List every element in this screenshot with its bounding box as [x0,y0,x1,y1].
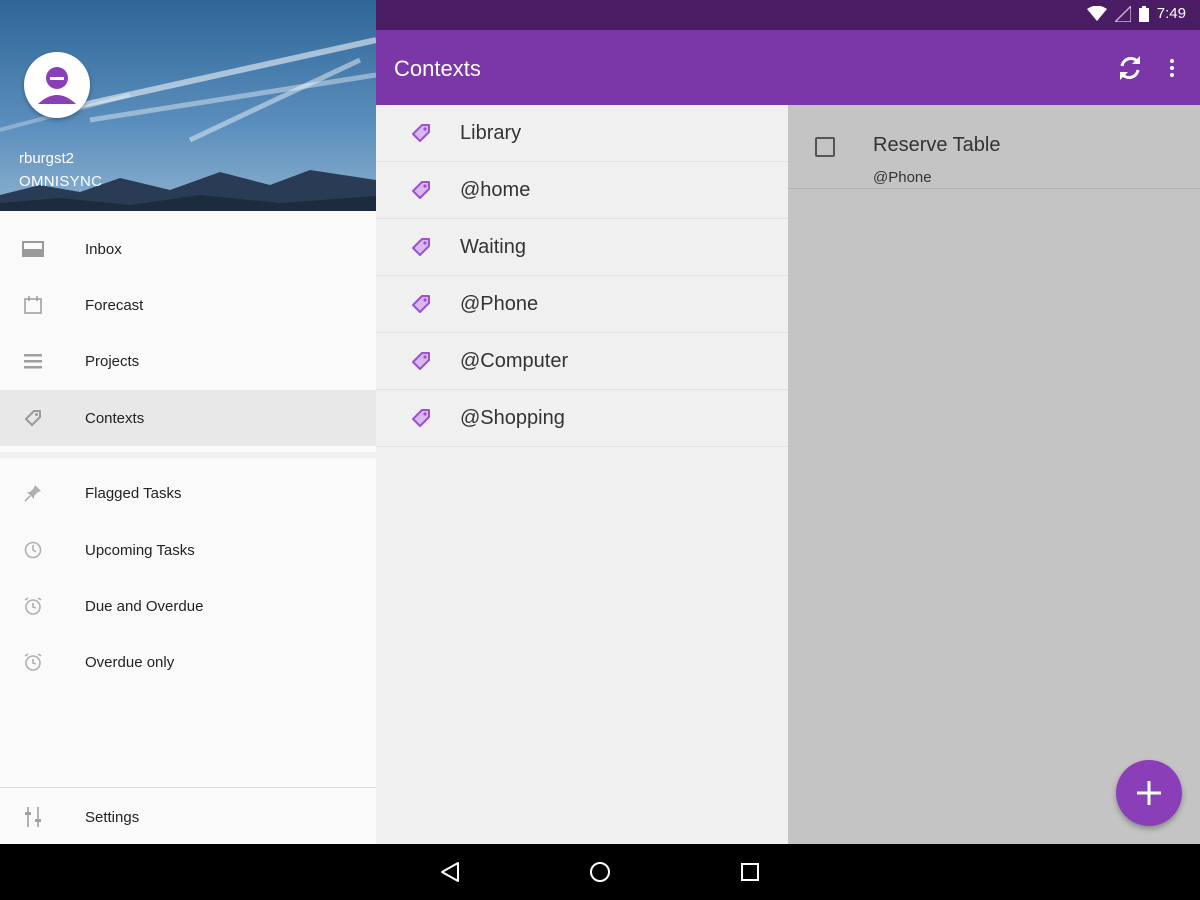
tasks-pane: Reserve Table @Phone [788,105,1200,844]
drawer-item-due-and-overdue[interactable]: Due and Overdue [0,578,376,634]
list-item[interactable]: @home [376,162,788,219]
alarm-icon [22,595,44,617]
avatar[interactable] [24,52,90,118]
status-bar: 7:49 [376,0,1200,30]
more-vert-icon [1170,59,1174,63]
drawer-item-upcoming-tasks[interactable]: Upcoming Tasks [0,522,376,578]
more-options-button[interactable] [1162,52,1182,84]
add-task-button[interactable] [1116,760,1182,826]
task-context: @Phone [873,169,932,186]
drawer-item-forecast[interactable]: Forecast [0,277,376,333]
list-item[interactable]: @Shopping [376,390,788,447]
drawer-item-label: Due and Overdue [85,597,204,615]
drawer-item-label: Inbox [85,240,122,258]
contexts-list: Library @home Waiting @Phone @Computer @… [376,105,788,844]
context-label: @home [460,179,531,201]
drawer-item-overdue-only[interactable]: Overdue only [0,634,376,690]
page-title: Contexts [394,56,481,81]
system-navigation-bar [0,844,1200,900]
sync-icon [1120,56,1140,80]
status-time: 7:49 [1156,5,1186,22]
context-label: Waiting [460,236,526,258]
drawer-item-label: Overdue only [85,653,175,671]
drawer-item-inbox[interactable]: Inbox [0,221,376,277]
tag-icon [412,295,430,313]
tag-icon [412,409,430,427]
context-label: @Computer [460,350,569,372]
pin-icon [22,482,44,504]
tag-icon [412,181,430,199]
context-label: Library [460,122,522,144]
drawer-divider [0,787,376,788]
battery-icon [1138,5,1149,22]
calendar-icon [22,294,44,316]
tag-icon [412,238,430,256]
drawer-item-flagged-tasks[interactable]: Flagged Tasks [0,465,376,521]
tag-icon [412,352,430,370]
user-icon [38,67,76,104]
sync-button[interactable] [1114,52,1146,84]
task-checkbox[interactable] [815,137,835,157]
context-label: @Shopping [460,407,565,429]
drawer-item-label: Settings [85,808,140,826]
list-item[interactable]: @Computer [376,333,788,390]
inbox-icon [22,238,44,260]
list-item[interactable]: Library [376,105,788,162]
account-name: rburgst2 [19,150,75,167]
clock-icon [22,539,44,561]
drawer-item-label: Flagged Tasks [85,484,182,502]
context-label: @Phone [460,293,539,315]
drawer-header: rburgst2 OMNISYNC [0,0,376,211]
plus-icon [1137,781,1161,805]
drawer-item-settings[interactable]: Settings [0,789,376,845]
wifi-icon [1086,5,1107,21]
signal-icon [1114,5,1131,22]
drawer-item-contexts[interactable]: Contexts [0,390,376,446]
drawer-item-label: Forecast [85,296,144,314]
tag-icon [412,124,430,142]
list-item[interactable]: Waiting [376,219,788,276]
account-service[interactable]: OMNISYNC [19,173,102,190]
list-item[interactable]: @Phone [376,276,788,333]
recents-button[interactable] [738,860,762,884]
drawer-item-projects[interactable]: Projects [0,333,376,389]
drawer-divider [0,452,376,458]
tag-icon [22,407,44,429]
drawer-item-label: Contexts [85,409,145,427]
alarm-icon [22,651,44,673]
app-bar: Contexts [376,30,1200,105]
drawer-item-label: Upcoming Tasks [85,541,195,559]
list-icon [22,350,44,372]
back-button[interactable] [438,860,462,884]
task-row[interactable]: Reserve Table @Phone [788,105,1200,189]
sliders-icon [22,806,44,828]
task-title: Reserve Table [873,134,1001,156]
home-button[interactable] [588,860,612,884]
navigation-drawer: rburgst2 OMNISYNC Inbox Forecast Project… [0,0,376,844]
drawer-item-label: Projects [85,352,140,370]
